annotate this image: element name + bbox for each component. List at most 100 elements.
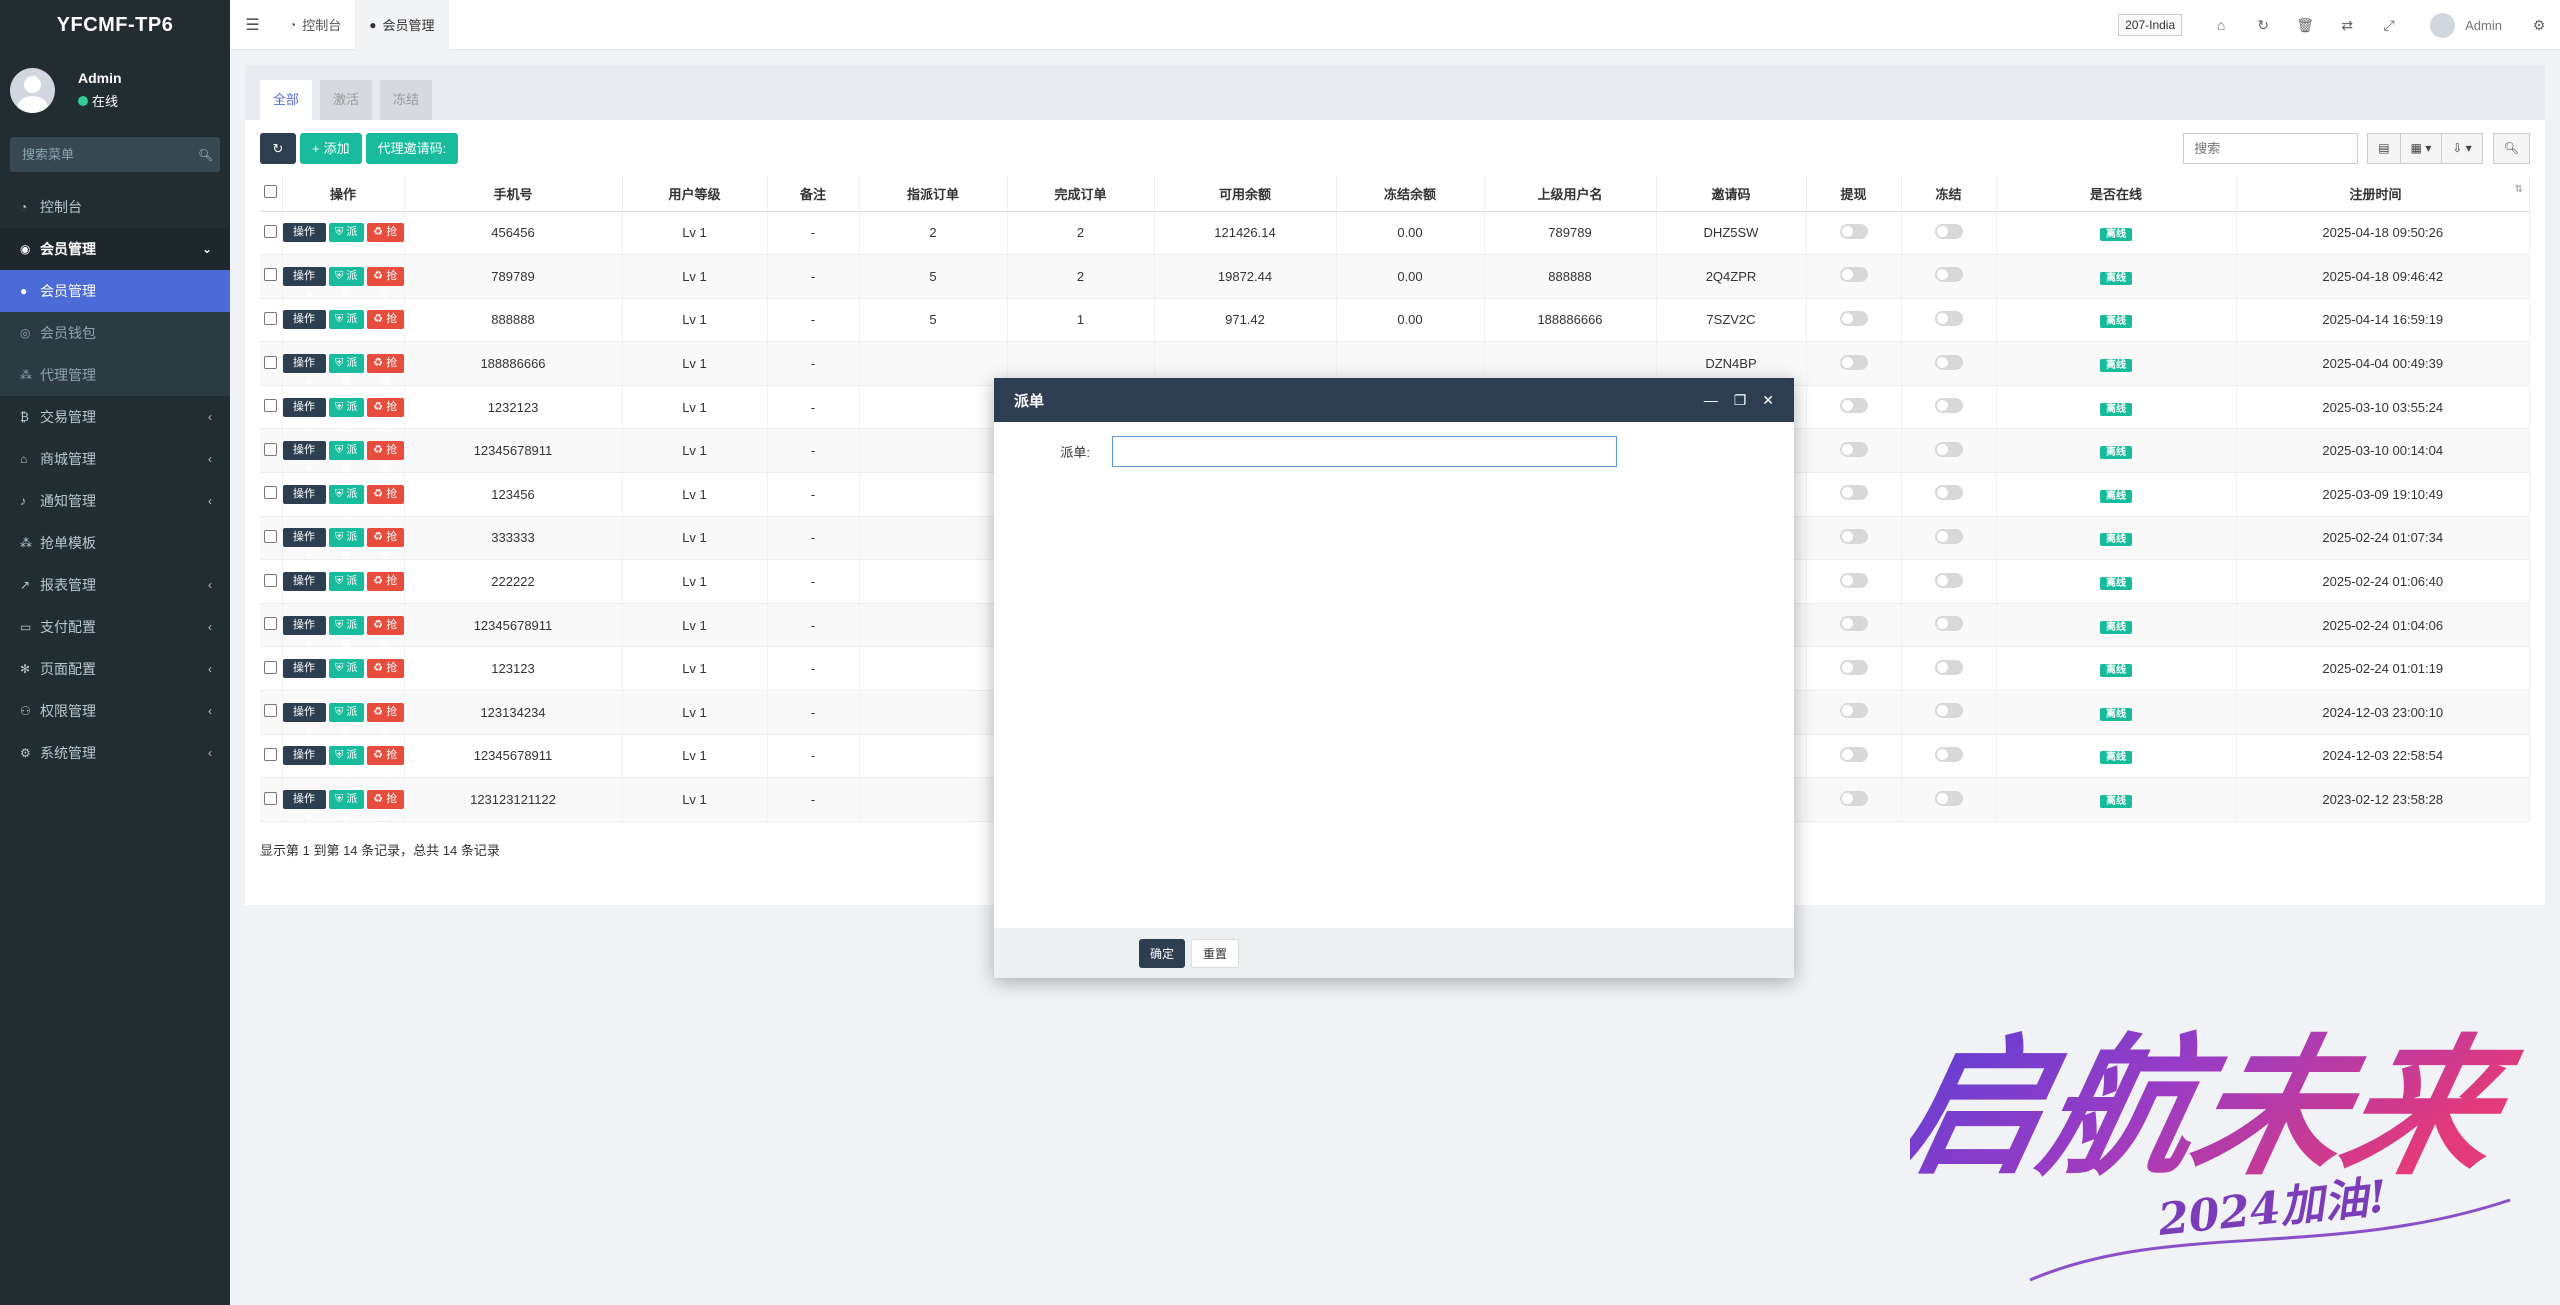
withdraw-toggle[interactable] bbox=[1839, 398, 1868, 414]
withdraw-toggle[interactable] bbox=[1839, 659, 1868, 675]
row-action-dropdown[interactable]: 操作▼ bbox=[282, 310, 326, 343]
table-row[interactable]: 操作▼ ⛨ 派单 ♻ 抢单 888888 Lv 1-5 1 971.42 0.00 188… bbox=[260, 298, 2530, 344]
withdraw-toggle[interactable] bbox=[1839, 485, 1868, 501]
sidebar-item-system[interactable]: ⚙ 系统管理 ‹ bbox=[0, 732, 230, 774]
col-freeze[interactable]: 冻结 bbox=[1901, 176, 1997, 212]
row-select[interactable] bbox=[260, 428, 283, 474]
tab-active[interactable]: 激活 bbox=[320, 80, 373, 120]
withdraw-toggle[interactable] bbox=[1839, 310, 1868, 326]
row-select[interactable] bbox=[260, 559, 283, 604]
row-checkbox[interactable] bbox=[264, 747, 278, 761]
dispatch-order-button[interactable]: ⛨ 派单 bbox=[328, 266, 364, 301]
sidebar-subitem-agent-manage[interactable]: ⁂ 代理管理 bbox=[0, 354, 230, 396]
sidebar-item-trade[interactable]: ₿ 交易管理 ‹ bbox=[0, 396, 230, 438]
table-row[interactable]: 操作▼ ⛨ 派单 ♻ 抢单 456456 Lv 1-2 2 121426.14 0.00… bbox=[260, 211, 2530, 257]
row-checkbox[interactable] bbox=[264, 704, 278, 718]
withdraw-toggle[interactable] bbox=[1839, 441, 1868, 457]
freeze-toggle[interactable] bbox=[1934, 616, 1963, 632]
tab-frozen[interactable]: 冻结 bbox=[380, 80, 433, 120]
refresh-icon[interactable]: ↻ bbox=[2242, 17, 2284, 34]
row-select[interactable] bbox=[260, 472, 283, 517]
grab-order-button[interactable]: ♻ 抢单 bbox=[366, 528, 404, 562]
dispatch-order-button[interactable]: ⛨ 派单 bbox=[328, 441, 364, 475]
row-action-dropdown[interactable]: 操作▼ bbox=[282, 397, 326, 431]
sidebar-item-payment[interactable]: ▭ 支付配置 ‹ bbox=[0, 606, 230, 648]
row-action-dropdown[interactable]: 操作▼ bbox=[282, 572, 326, 605]
dispatch-order-button[interactable]: ⛨ 派单 bbox=[328, 397, 364, 432]
withdraw-toggle[interactable] bbox=[1839, 572, 1868, 588]
col-balance[interactable]: 可用余额 bbox=[1154, 176, 1337, 212]
col-done[interactable]: 完成订单 bbox=[1007, 176, 1155, 212]
row-action-dropdown[interactable]: 操作▼ bbox=[282, 659, 326, 692]
col-remark[interactable]: 备注 bbox=[767, 176, 860, 212]
admin-menu[interactable]: Admin bbox=[2430, 12, 2502, 38]
withdraw-toggle[interactable] bbox=[1839, 354, 1868, 370]
row-action-dropdown[interactable]: 操作▼ bbox=[282, 746, 326, 779]
freeze-toggle[interactable] bbox=[1934, 746, 1963, 762]
tab-all[interactable]: 全部 bbox=[260, 80, 313, 120]
row-select[interactable] bbox=[260, 211, 283, 256]
row-checkbox[interactable] bbox=[264, 660, 278, 674]
sidebar-item-report[interactable]: ↗ 报表管理 ‹ bbox=[0, 564, 230, 606]
col-withdraw[interactable]: 提现 bbox=[1806, 176, 1902, 212]
tab-dashboard[interactable]: ◔ 控制台 bbox=[275, 0, 355, 50]
col-phone[interactable]: 手机号 bbox=[404, 176, 623, 212]
freeze-toggle[interactable] bbox=[1934, 659, 1963, 675]
settings-icon[interactable]: ⚙ bbox=[2518, 17, 2560, 34]
sidebar-subitem-member-wallet[interactable]: ◎ 会员钱包 bbox=[0, 312, 230, 354]
grab-order-button[interactable]: ♻ 抢单 bbox=[366, 572, 404, 606]
row-action-dropdown[interactable]: 操作▼ bbox=[282, 266, 326, 300]
withdraw-toggle[interactable] bbox=[1839, 703, 1868, 719]
row-select[interactable] bbox=[260, 734, 283, 779]
withdraw-toggle[interactable] bbox=[1839, 267, 1868, 283]
row-checkbox[interactable] bbox=[264, 355, 278, 369]
close-icon[interactable]: ✕ bbox=[1762, 392, 1774, 409]
table-search-input[interactable] bbox=[2183, 132, 2359, 164]
select-all[interactable] bbox=[260, 176, 283, 212]
menu-toggle-icon[interactable]: ☰ bbox=[230, 15, 275, 35]
freeze-toggle[interactable] bbox=[1934, 528, 1963, 544]
dispatch-order-button[interactable]: ⛨ 派单 bbox=[328, 484, 364, 519]
sidebar-item-permission[interactable]: ⚇ 权限管理 ‹ bbox=[0, 690, 230, 732]
grab-order-button[interactable]: ♻ 抢单 bbox=[366, 266, 404, 301]
grab-order-button[interactable]: ♻ 抢单 bbox=[366, 659, 404, 693]
table-row[interactable]: 操作▼ ⛨ 派单 ♻ 抢单 789789 Lv 1-5 2 19872.44 0.00 8… bbox=[260, 254, 2530, 301]
row-checkbox[interactable] bbox=[264, 311, 278, 325]
fullscreen-icon[interactable]: ⤢ bbox=[2368, 17, 2410, 34]
dispatch-order-button[interactable]: ⛨ 派单 bbox=[328, 659, 364, 693]
row-select[interactable] bbox=[260, 646, 283, 692]
dispatch-order-button[interactable]: ⛨ 派单 bbox=[328, 790, 364, 824]
row-action-dropdown[interactable]: 操作▼ bbox=[282, 441, 326, 474]
grab-order-button[interactable]: ♻ 抢单 bbox=[366, 702, 404, 737]
sidebar-item-page-config[interactable]: ✻ 页面配置 ‹ bbox=[0, 648, 230, 690]
grab-order-button[interactable]: ♻ 抢单 bbox=[366, 223, 404, 257]
freeze-toggle[interactable] bbox=[1934, 267, 1963, 283]
confirm-button[interactable]: 确定 bbox=[1139, 938, 1186, 968]
search-button[interactable]: 🔍︎ bbox=[2492, 132, 2530, 164]
grab-order-button[interactable]: ♻ 抢单 bbox=[366, 746, 404, 780]
freeze-toggle[interactable] bbox=[1934, 354, 1963, 370]
grab-order-button[interactable]: ♻ 抢单 bbox=[366, 484, 404, 519]
grab-order-button[interactable]: ♻ 抢单 bbox=[366, 397, 404, 432]
row-action-dropdown[interactable]: 操作▼ bbox=[282, 615, 326, 649]
row-checkbox[interactable] bbox=[264, 617, 278, 631]
row-action-dropdown[interactable]: 操作▼ bbox=[282, 223, 326, 256]
menu-search-input[interactable] bbox=[22, 147, 198, 162]
sidebar-item-members[interactable]: ◉ 会员管理 ⌄ bbox=[0, 228, 230, 270]
select-all-checkbox[interactable] bbox=[264, 185, 278, 199]
dispatch-order-button[interactable]: ⛨ 派单 bbox=[328, 310, 364, 344]
home-icon[interactable]: ⌂ bbox=[2200, 17, 2242, 33]
freeze-toggle[interactable] bbox=[1934, 485, 1963, 501]
col-online[interactable]: 是否在线 bbox=[1996, 176, 2237, 212]
sidebar-subitem-member-manage[interactable]: ● 会员管理 bbox=[0, 270, 230, 312]
sidebar-item-grab-template[interactable]: ⁂ 抢单模板 bbox=[0, 522, 230, 564]
withdraw-toggle[interactable] bbox=[1839, 790, 1868, 806]
invite-code-button[interactable]: 代理邀请码: bbox=[365, 132, 459, 164]
withdraw-toggle[interactable] bbox=[1839, 528, 1868, 544]
trash-icon[interactable]: 🗑︎ bbox=[2284, 17, 2326, 34]
row-select[interactable] bbox=[260, 690, 283, 735]
sidebar-item-dashboard[interactable]: ◔ 控制台 bbox=[0, 186, 230, 228]
row-select[interactable] bbox=[260, 298, 283, 343]
col-parent[interactable]: 上级用户名 bbox=[1484, 176, 1657, 212]
grab-order-button[interactable]: ♻ 抢单 bbox=[366, 790, 404, 824]
